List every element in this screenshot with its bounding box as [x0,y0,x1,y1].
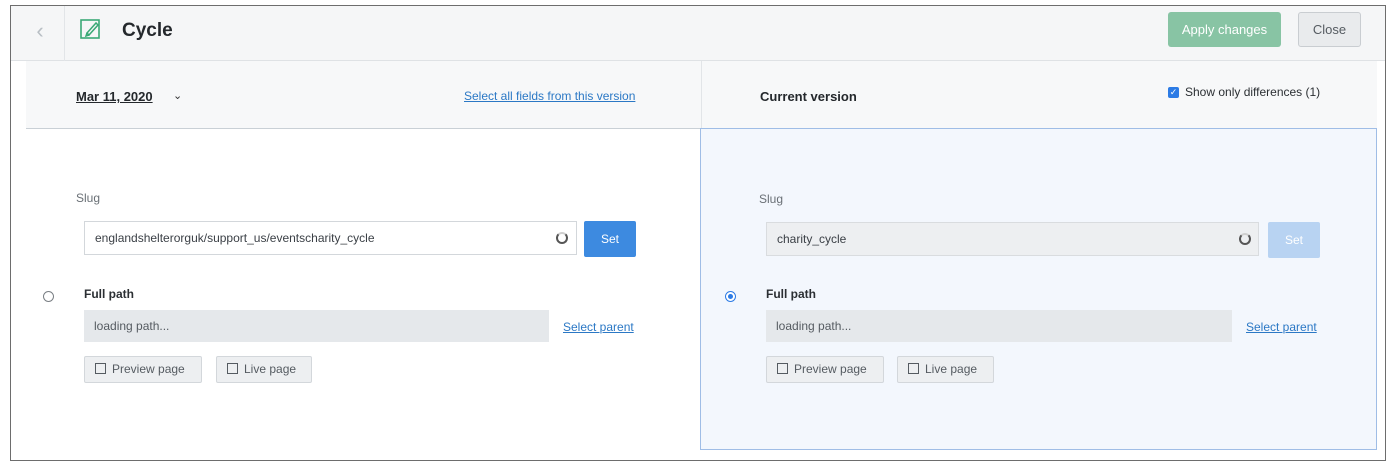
live-page-button[interactable]: Live page [897,356,994,383]
show-differences-label[interactable]: Show only differences (1) [1185,85,1320,99]
loading-spinner-icon [556,232,568,244]
back-button[interactable]: ‹ [27,19,53,45]
select-parent-link[interactable]: Select parent [1246,320,1317,334]
dialog-header: ‹ Cycle Apply changes Close [11,6,1385,61]
loading-spinner-icon [1239,233,1251,245]
external-link-icon [908,363,919,374]
header-divider [64,6,65,61]
edit-page-icon [79,17,103,41]
preview-page-button[interactable]: Preview page [766,356,884,383]
external-link-icon [227,363,238,374]
chevron-left-icon: ‹ [36,18,44,43]
full-path-label: Full path [84,287,134,301]
select-version-radio[interactable] [43,291,54,302]
chevron-down-icon[interactable]: ⌄ [173,89,182,102]
right-version-header: Current version ✓ Show only differences … [701,61,1377,129]
slug-label: Slug [76,191,101,205]
right-version-panel: Slug charity_cycle Set Full path loading… [700,128,1377,450]
select-all-fields-link[interactable]: Select all fields from this version [464,89,635,103]
current-version-label: Current version [760,89,857,104]
show-differences-checkbox[interactable]: ✓ [1168,87,1179,98]
full-path-field: loading path... [84,310,549,342]
slug-input[interactable]: charity_cycle [766,222,1259,256]
full-path-label: Full path [766,287,816,301]
apply-changes-button[interactable]: Apply changes [1168,12,1281,47]
slug-input[interactable]: englandshelterorguk/support_us/eventscha… [84,221,577,255]
preview-page-button[interactable]: Preview page [84,356,202,383]
select-parent-link[interactable]: Select parent [563,320,634,334]
version-date-dropdown[interactable]: Mar 11, 2020 [76,89,153,104]
left-version-header: Mar 11, 2020 ⌄ Select all fields from th… [26,61,701,129]
left-version-panel: Slug englandshelterorguk/support_us/even… [26,129,701,460]
select-version-radio[interactable] [725,291,736,302]
version-compare-dialog: ‹ Cycle Apply changes Close Mar 11, 2020… [10,5,1386,461]
external-link-icon [777,363,788,374]
set-slug-button[interactable]: Set [1268,222,1320,258]
full-path-field: loading path... [766,310,1232,342]
page-title: Cycle [122,20,173,41]
slug-label: Slug [759,192,784,206]
set-slug-button[interactable]: Set [584,221,636,257]
external-link-icon [95,363,106,374]
live-page-button[interactable]: Live page [216,356,312,383]
close-button[interactable]: Close [1298,12,1361,47]
